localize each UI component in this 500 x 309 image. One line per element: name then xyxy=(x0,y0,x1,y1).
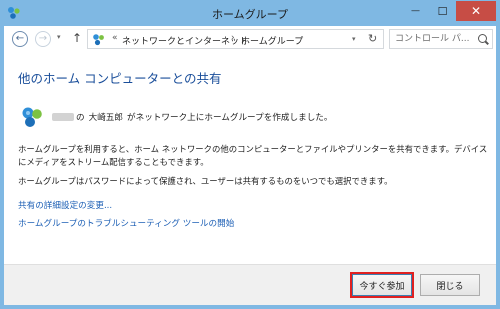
window-frame: ホームグループ — ☐ ✕ ← → ▾ ↑ « ネットワークとインターネット › xyxy=(0,0,500,309)
troubleshooter-link[interactable]: ホームグループのトラブルシューティング ツールの開始 xyxy=(18,217,234,229)
owner-name: 大崎五郎 xyxy=(88,113,123,123)
refresh-icon[interactable]: ↻ xyxy=(368,32,377,45)
breadcrumb-separator-icon[interactable]: › xyxy=(231,33,235,43)
page-title: 他のホーム コンピューターとの共有 xyxy=(18,71,222,86)
dialog-footer: 今すぐ参加 閉じる xyxy=(4,264,496,305)
up-arrow-icon[interactable]: ↑ xyxy=(72,31,82,45)
maximize-button[interactable]: ☐ xyxy=(429,1,456,21)
search-icon[interactable] xyxy=(478,34,487,43)
back-arrow-icon: ← xyxy=(15,33,25,44)
search-input[interactable] xyxy=(395,32,475,46)
address-dropdown-icon[interactable]: ▾ xyxy=(352,35,356,43)
minimize-icon: — xyxy=(411,6,420,16)
address-bar[interactable]: « ネットワークとインターネット › ホームグループ ▾ ↻ xyxy=(87,29,384,49)
security-paragraph: ホームグループはパスワードによって保護され、ユーザーは共有するものをいつでも選択… xyxy=(18,176,393,186)
homegroup-large-icon xyxy=(22,107,42,127)
breadcrumb-homegroup[interactable]: ホームグループ xyxy=(241,34,303,47)
forward-arrow-icon: → xyxy=(38,33,48,44)
title-bar[interactable]: ホームグループ — ☐ ✕ xyxy=(0,0,500,26)
homegroup-icon xyxy=(93,34,104,46)
close-window-button[interactable]: ✕ xyxy=(456,1,496,21)
redacted-computer-name xyxy=(52,113,74,121)
close-button[interactable]: 閉じる xyxy=(420,274,480,296)
maximize-icon: ☐ xyxy=(437,4,448,18)
close-icon: ✕ xyxy=(470,4,482,18)
join-now-button[interactable]: 今すぐ参加 xyxy=(352,274,412,296)
homegroup-owner-message: の 大崎五郎 がネットワーク上にホームグループを作成しました。 xyxy=(52,111,332,123)
owner-post-text: がネットワーク上にホームグループを作成しました。 xyxy=(127,113,333,123)
navigation-bar: ← → ▾ ↑ « ネットワークとインターネット › ホームグループ ▾ ↻ xyxy=(4,26,496,52)
search-box[interactable] xyxy=(389,29,493,49)
breadcrumb-network-internet[interactable]: ネットワークとインターネット xyxy=(122,34,248,47)
owner-pre-text: の xyxy=(76,113,85,123)
main-content: 他のホーム コンピューターとの共有 の 大崎五郎 がネットワーク上にホームグルー… xyxy=(4,52,496,264)
breadcrumb-overflow-icon[interactable]: « xyxy=(112,33,118,43)
minimize-button[interactable]: — xyxy=(402,1,429,21)
recent-locations-chevron-icon[interactable]: ▾ xyxy=(57,33,61,41)
description-paragraph: ホームグループを利用すると、ホーム ネットワークの他のコンピューターとファイルや… xyxy=(18,144,488,167)
forward-button[interactable]: → xyxy=(35,31,51,47)
back-button[interactable]: ← xyxy=(12,31,28,47)
advanced-sharing-link[interactable]: 共有の詳細設定の変更... xyxy=(18,199,112,211)
